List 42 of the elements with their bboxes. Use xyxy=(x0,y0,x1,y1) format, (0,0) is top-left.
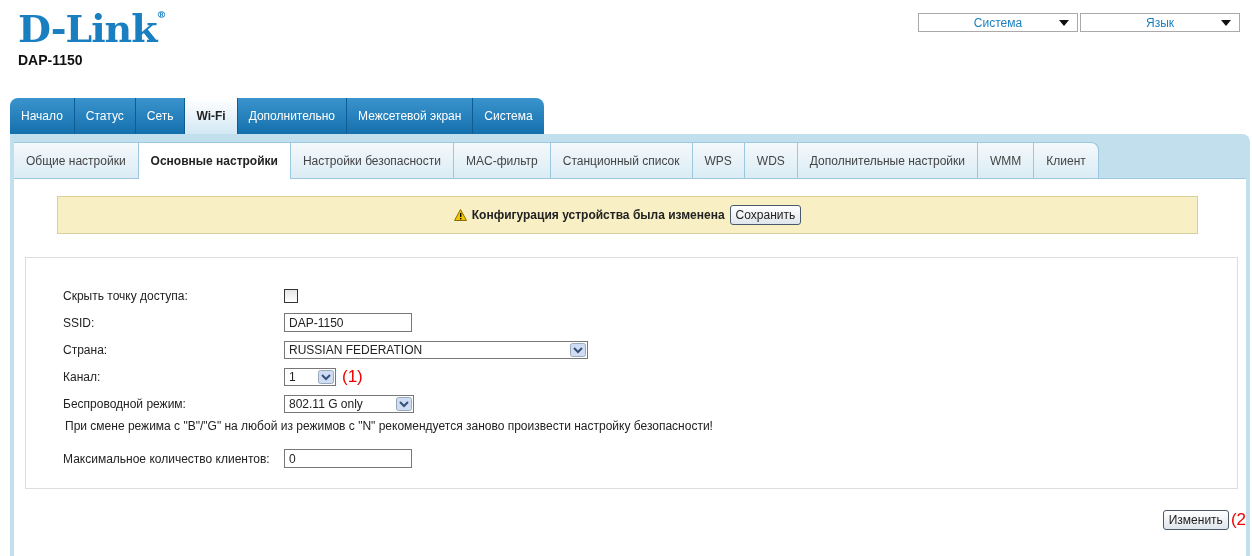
annotation: (1) xyxy=(342,366,363,387)
annotation: (2 xyxy=(1230,510,1246,530)
logo: D-Link® xyxy=(18,10,167,48)
model-name: DAP-1150 xyxy=(18,52,84,68)
apply-button[interactable]: Изменить xyxy=(1162,510,1229,530)
nav-tab[interactable]: Сеть xyxy=(135,98,186,134)
sub-tab[interactable]: MAC-фильтр xyxy=(454,142,551,178)
nav-tab[interactable]: Система xyxy=(473,98,544,134)
sub-tab[interactable]: WPS xyxy=(692,142,745,178)
nav-tab[interactable]: Wi-Fi xyxy=(185,98,238,134)
nav-tab[interactable]: Дополнительно xyxy=(237,98,348,134)
sub-tab[interactable]: Дополнительные настройки xyxy=(797,142,978,178)
select-field[interactable]: RUSSIAN FEDERATION xyxy=(284,340,588,359)
dropdown-menu[interactable]: Язык xyxy=(1080,13,1240,32)
checkbox[interactable] xyxy=(284,288,298,303)
input-field[interactable]: DAP-1150 xyxy=(284,313,412,332)
field-label: SSID: xyxy=(63,315,96,330)
hint-text: При смене режима с "B"/"G" на любой из режимов с "N" рекомендуется заново произвести настройку безопасности! xyxy=(64,419,714,433)
nav-tab[interactable]: Межсетевой экран xyxy=(347,98,474,134)
sub-tab[interactable]: Основные настройки xyxy=(138,142,291,179)
warning-icon xyxy=(453,209,467,221)
field-label: Канал: xyxy=(63,369,102,384)
sub-tab[interactable]: Общие настройки xyxy=(14,142,139,178)
dropdown-menu[interactable]: Система xyxy=(918,13,1078,32)
save-button[interactable]: Сохранить xyxy=(729,205,802,225)
select-field[interactable]: 802.11 G only xyxy=(284,394,414,413)
caret-icon xyxy=(1221,20,1231,26)
sub-tab[interactable]: WMM xyxy=(978,142,1035,178)
field-label: Беспроводной режим: xyxy=(63,396,187,411)
select-field[interactable]: 1 xyxy=(284,367,336,386)
notice-text: Конфигурация устройства была изменена xyxy=(471,208,725,222)
sub-tab[interactable]: Станционный список xyxy=(550,142,693,178)
nav-tab[interactable]: Статус xyxy=(74,98,136,134)
field-label: Максимальное количество клиентов: xyxy=(63,451,271,466)
sub-tab[interactable]: Настройки безопасности xyxy=(290,142,454,178)
caret-icon xyxy=(1059,20,1069,26)
field-label: Скрыть точку доступа: xyxy=(63,288,189,303)
nav-tab[interactable]: Начало xyxy=(10,98,75,134)
sub-tab[interactable]: Клиент xyxy=(1034,142,1099,178)
sub-tab[interactable]: WDS xyxy=(744,142,798,178)
input-field[interactable]: 0 xyxy=(284,449,412,468)
field-label: Страна: xyxy=(63,342,109,357)
